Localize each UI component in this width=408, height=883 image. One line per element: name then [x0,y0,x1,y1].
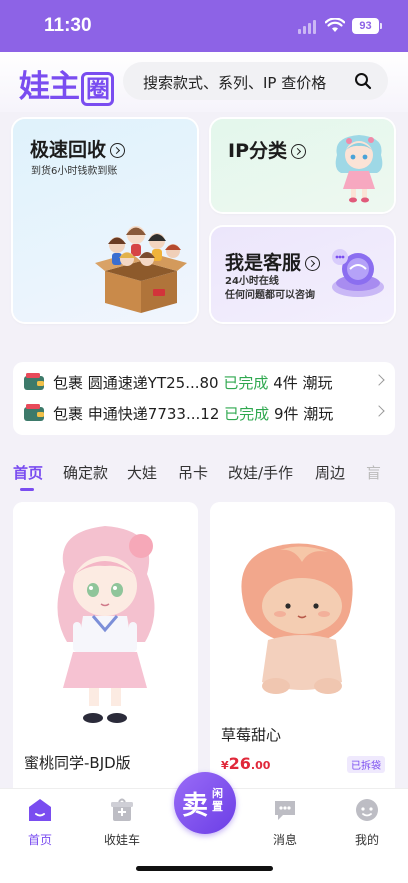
tab-blind-box[interactable]: 盲 [366,462,408,483]
nav-messages-label: 消息 [272,833,297,847]
order-category: 潮玩 [302,373,333,392]
service-title: 我是客服 [225,252,302,274]
wallet-icon [24,373,44,390]
cart-box-icon [111,798,133,821]
chevron-right-icon [373,374,385,386]
recent-orders: 包裹 圆通速递YT25...80 已完成 4件 潮玩 包裹 申通快递7733..… [13,362,395,435]
product-image [210,502,395,712]
product-name: 蜜桃同学-BJD版 [24,754,131,772]
tab-big-doll[interactable]: 大娃 [127,462,157,483]
recycle-subtitle: 到货6小时钱款到账 [31,166,118,177]
wifi-icon [325,18,345,32]
product-name: 草莓甜心 [221,726,282,744]
tab-custom-handmade[interactable]: 改娃/手作 [228,462,293,483]
battery-tip [380,23,382,29]
service-line2: 任何问题都可以咨询 [225,290,315,301]
order-count: 4件 [273,373,298,392]
arrow-right-circle-icon [291,144,306,159]
home-indicator[interactable] [136,866,273,871]
nav-mine-label: 我的 [354,833,379,847]
order-type: 包裹 [53,404,84,423]
order-tracking: 申通快递7733...12 [87,404,220,423]
dolls-in-box-illustration [95,226,187,313]
product-price: ¥26.00 [221,754,270,773]
wallet-icon [24,404,44,421]
active-tab-underline [20,488,34,491]
nav-home-label: 首页 [27,833,52,847]
condition-badge: 已拆袋 [347,756,385,773]
logo-boxed-char: 圈 [81,72,114,106]
order-status: 已完成 [224,404,270,423]
service-line1: 24小时在线 [225,276,279,287]
price-decimal: .00 [250,759,271,772]
search-icon[interactable] [354,72,372,90]
recycle-title-row: 极速回收 [30,135,126,162]
home-icon [29,799,51,821]
arrow-right-circle-icon [305,256,321,271]
order-category: 潮玩 [303,404,334,423]
tab-merch[interactable]: 周边 [315,462,345,483]
search-bar[interactable]: 搜索款式、系列、IP 查价格 [123,62,388,100]
product-image [13,502,198,742]
recycle-title: 极速回收 [30,139,107,161]
tab-home[interactable]: 首页 [13,462,43,483]
ip-category-card[interactable]: IP分类 [211,119,394,212]
profile-icon [356,799,378,821]
status-time: 11:30 [44,15,92,36]
app-logo: 娃主圈 [19,61,114,106]
battery-icon: 93 [352,18,379,34]
nav-mine[interactable]: 我的 [337,797,397,848]
sell-idle-button[interactable]: 卖 闲置 [174,772,236,834]
nav-cart-label: 收娃车 [103,833,140,847]
logo-text: 娃主 [19,69,80,105]
service-title-row: 我是客服 [225,248,321,275]
order-row[interactable]: 包裹 申通快递7733...12 已完成 9件 潮玩 [23,401,387,425]
nav-cart[interactable]: 收娃车 [92,797,152,848]
order-count: 9件 [273,404,299,423]
ip-title-row: IP分类 [228,136,306,163]
message-icon [275,801,295,820]
tab-confirmed[interactable]: 确定款 [63,462,108,483]
nav-messages[interactable]: 消息 [255,797,315,848]
arrow-right-circle-icon [110,143,126,158]
search-placeholder: 搜索款式、系列、IP 查价格 [143,74,327,92]
chevron-right-icon [373,405,385,417]
tab-hanging-card[interactable]: 吊卡 [178,462,208,483]
order-type: 包裹 [53,373,84,392]
chat-bubble-3d-icon [332,249,384,297]
product-card[interactable]: 草莓甜心 ¥26.00 已拆袋 [210,502,395,802]
cellular-signal-icon [298,20,316,34]
price-currency: ¥ [221,759,229,772]
header: 娃主圈 搜索款式、系列、IP 查价格 [0,52,408,112]
ip-title: IP分类 [228,140,287,162]
category-tabs: 首页 确定款 大娃 吊卡 改娃/手作 周边 盲 [0,462,408,492]
product-card[interactable]: 蜜桃同学-BJD版 ¥ [13,502,198,802]
order-tracking: 圆通速递YT25...80 [87,373,219,392]
price-integer: 26 [228,754,251,773]
ip-doll-illustration [335,135,383,203]
nav-home[interactable]: 首页 [10,797,70,848]
customer-service-card[interactable]: 我是客服 24小时在线 任何问题都可以咨询 [211,227,394,322]
order-status: 已完成 [223,373,269,392]
recycle-card[interactable]: 极速回收 到货6小时钱款到账 [13,119,197,322]
idle-label: 闲置 [212,787,223,813]
sell-label: 卖 [182,791,209,821]
status-bar: 11:30 93 [0,0,408,52]
order-row[interactable]: 包裹 圆通速递YT25...80 已完成 4件 潮玩 [23,370,387,394]
